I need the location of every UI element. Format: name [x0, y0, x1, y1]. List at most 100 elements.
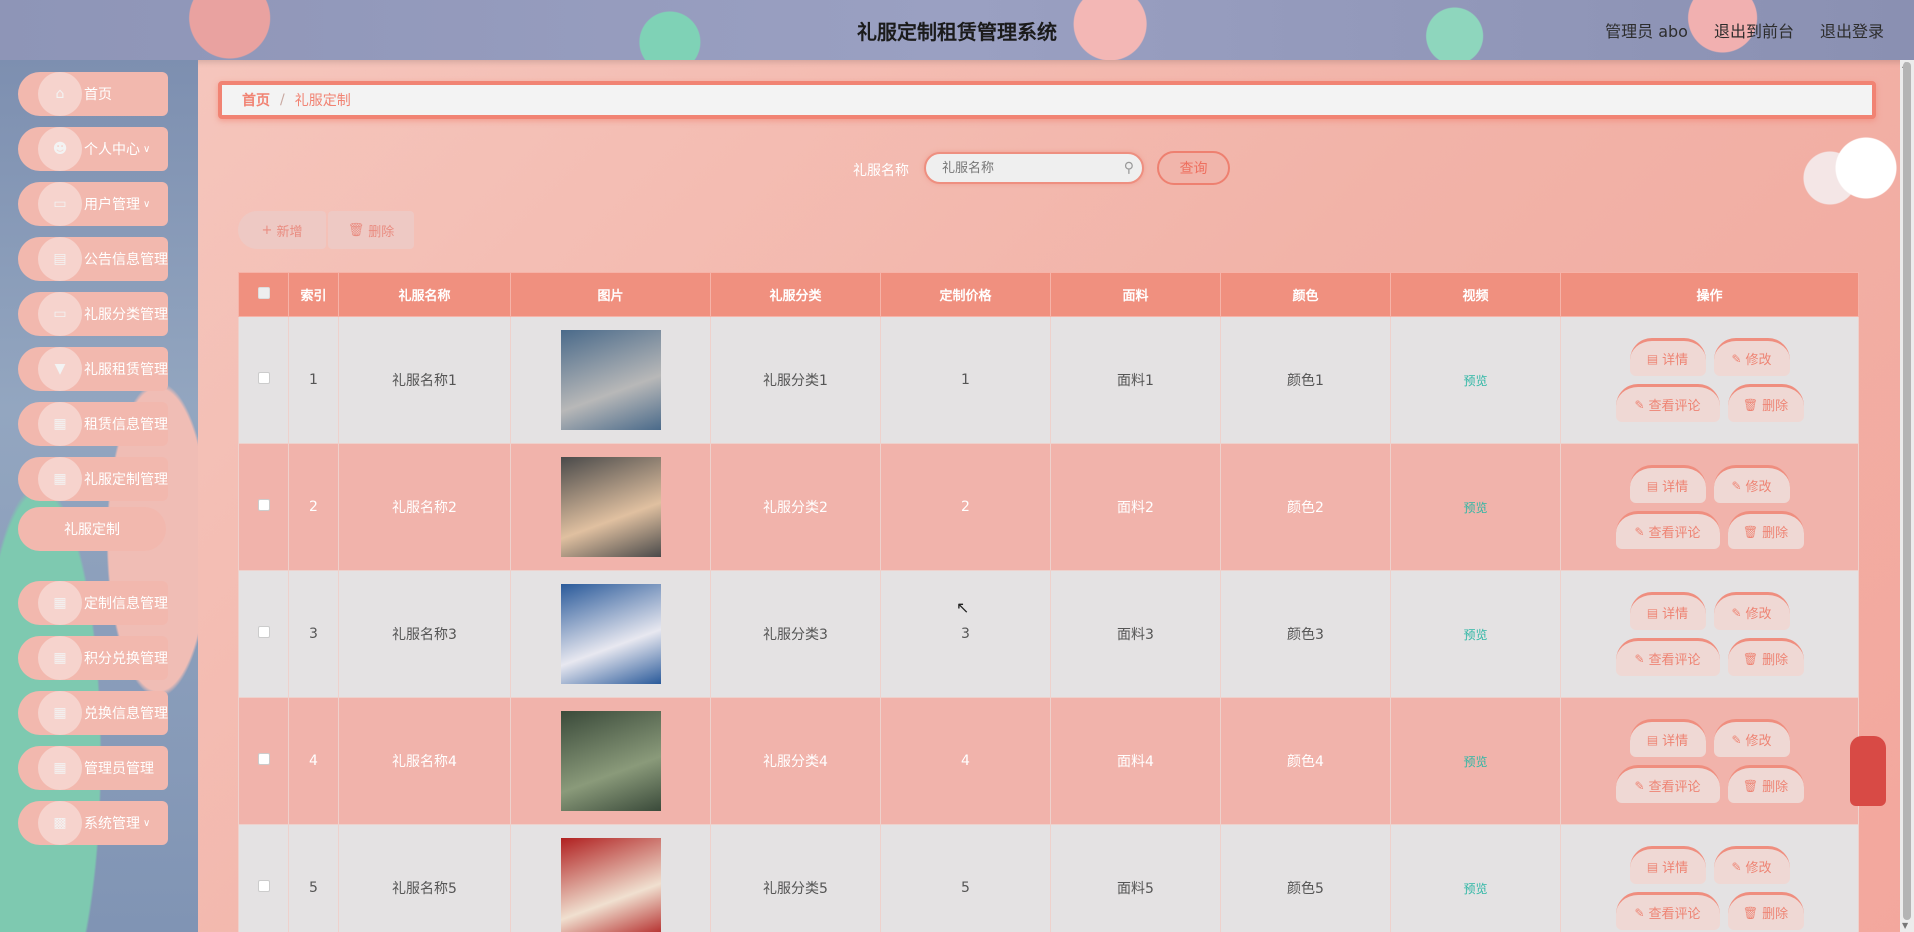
delete-button[interactable]: 🗑 删除 [1727, 638, 1804, 676]
row-checkbox[interactable] [257, 753, 270, 765]
back-to-front-link[interactable]: 退出到前台 [1714, 18, 1794, 42]
cell-video: 预览 [1390, 570, 1561, 698]
pin-icon: ▼ [38, 347, 82, 391]
row-checkbox[interactable] [257, 499, 270, 511]
col-category: 礼服分类 [710, 272, 881, 317]
sidebar-item-1[interactable]: ☻ 个人中心 ∨ [18, 127, 168, 171]
delete-button[interactable]: 🗑 删除 [1727, 384, 1804, 422]
search-icon: ⚲ [1123, 160, 1134, 176]
video-preview-link[interactable]: 预览 [1463, 628, 1487, 642]
cell-price: 4 [880, 697, 1051, 825]
cell-fabric: 面料2 [1050, 443, 1221, 571]
sidebar-item-2[interactable]: ▭ 用户管理 ∨ [18, 182, 168, 226]
cell-actions: ▤ 详情 ✎ 修改 ✎ 查看评论 🗑 删除 [1560, 316, 1859, 444]
scrollbar-thumb[interactable] [1903, 62, 1911, 920]
pencil-icon: ✎ [1731, 351, 1742, 366]
cell-category: 礼服分类5 [710, 824, 881, 932]
view-reviews-button[interactable]: ✎ 查看评论 [1615, 384, 1720, 422]
query-button[interactable]: 查询 [1157, 151, 1230, 185]
search-input[interactable] [926, 154, 1142, 182]
cell-color: 颜色2 [1220, 443, 1391, 571]
dress-photo [560, 330, 661, 430]
detail-button[interactable]: ▤ 详情 [1629, 592, 1706, 630]
cell-video: 预览 [1390, 316, 1561, 444]
detail-button-label: 详情 [1662, 353, 1689, 368]
row-select-cell[interactable] [238, 570, 289, 698]
sidebar-item-6[interactable]: ▦ 租赁信息管理 [18, 402, 168, 446]
edit-button[interactable]: ✎ 修改 [1713, 338, 1790, 376]
view-reviews-button-label: 查看评论 [1648, 780, 1701, 795]
breadcrumb-home[interactable]: 首页 [242, 90, 270, 110]
edit-button[interactable]: ✎ 修改 [1713, 592, 1790, 630]
pencil-icon: ✎ [1634, 905, 1645, 920]
row-select-cell[interactable] [238, 443, 289, 571]
sidebar-item-label: 个人中心 [84, 142, 140, 158]
row-checkbox[interactable] [257, 372, 270, 384]
sidebar-item-5[interactable]: ▼ 礼服租赁管理 [18, 347, 168, 391]
edit-button[interactable]: ✎ 修改 [1713, 846, 1790, 884]
video-preview-link[interactable]: 预览 [1463, 374, 1487, 388]
sidebar-item-label: 礼服定制管理 [84, 472, 168, 488]
row-select-cell[interactable] [238, 316, 289, 444]
red-decoration [1850, 736, 1886, 806]
view-reviews-button[interactable]: ✎ 查看评论 [1615, 892, 1720, 930]
sidebar-item-label: 积分兑换管理 [84, 651, 168, 667]
submenu-item-dress-custom[interactable]: 礼服定制 [18, 507, 166, 551]
row-select-cell[interactable] [238, 824, 289, 932]
delete-button[interactable]: 🗑 删除 [1727, 892, 1804, 930]
col-video: 视频 [1390, 272, 1561, 317]
cell-video: 预览 [1390, 697, 1561, 825]
sidebar-item-11[interactable]: ▦ 管理员管理 [18, 746, 168, 790]
cell-index: 3 [288, 570, 339, 698]
detail-button[interactable]: ▤ 详情 [1629, 846, 1706, 884]
sidebar-item-8[interactable]: ▦ 定制信息管理 [18, 581, 168, 625]
select-all-checkbox[interactable] [257, 286, 270, 299]
monitor-icon: ▭ [38, 292, 82, 336]
sidebar-item-7[interactable]: ▦ 礼服定制管理 [18, 457, 168, 501]
select-all-cell[interactable] [238, 272, 289, 317]
edit-button[interactable]: ✎ 修改 [1713, 719, 1790, 757]
chevron-down-icon: ∨ [143, 143, 151, 155]
detail-button[interactable]: ▤ 详情 [1629, 338, 1706, 376]
cell-category: 礼服分类1 [710, 316, 881, 444]
document-icon: ▤ [1646, 732, 1659, 747]
bulk-delete-button[interactable]: 🗑 删除 [328, 211, 414, 249]
cell-image [510, 824, 711, 932]
search-label: 礼服名称 [853, 163, 909, 179]
detail-button[interactable]: ▤ 详情 [1629, 719, 1706, 757]
page-scrollbar[interactable]: ▲ ▼ [1900, 60, 1914, 932]
sidebar-item-9[interactable]: ▦ 积分兑换管理 [18, 636, 168, 680]
row-checkbox[interactable] [257, 880, 270, 892]
sidebar-item-4[interactable]: ▭ 礼服分类管理 [18, 292, 168, 336]
row-checkbox[interactable] [257, 626, 270, 638]
sidebar-item-3[interactable]: ▤ 公告信息管理 [18, 237, 168, 281]
cell-color: 颜色5 [1220, 824, 1391, 932]
grid-icon: ▦ [38, 636, 82, 680]
pencil-icon: ✎ [1731, 732, 1742, 747]
add-button[interactable]: + 新增 [238, 211, 326, 249]
sidebar-item-0[interactable]: ⌂ 首页 [18, 72, 168, 116]
video-preview-link[interactable]: 预览 [1463, 755, 1487, 769]
cell-category: 礼服分类4 [710, 697, 881, 825]
logout-link[interactable]: 退出登录 [1820, 18, 1884, 42]
video-preview-link[interactable]: 预览 [1463, 501, 1487, 515]
delete-button[interactable]: 🗑 删除 [1727, 511, 1804, 549]
sidebar-item-10[interactable]: ▦ 兑换信息管理 [18, 691, 168, 735]
cell-category: 礼服分类3 [710, 570, 881, 698]
cell-actions: ▤ 详情 ✎ 修改 ✎ 查看评论 🗑 删除 [1560, 443, 1859, 571]
view-reviews-button[interactable]: ✎ 查看评论 [1615, 511, 1720, 549]
cell-image [510, 697, 711, 825]
cell-actions: ▤ 详情 ✎ 修改 ✎ 查看评论 🗑 删除 [1560, 697, 1859, 825]
sidebar-item-12[interactable]: ▩ 系统管理 ∨ [18, 801, 168, 845]
pencil-icon: ✎ [1731, 478, 1742, 493]
delete-button[interactable]: 🗑 删除 [1727, 765, 1804, 803]
scroll-down-icon[interactable]: ▼ [1902, 921, 1908, 930]
row-select-cell[interactable] [238, 697, 289, 825]
view-reviews-button[interactable]: ✎ 查看评论 [1615, 638, 1720, 676]
grid-icon: ▦ [38, 746, 82, 790]
col-name: 礼服名称 [338, 272, 511, 317]
video-preview-link[interactable]: 预览 [1463, 882, 1487, 896]
detail-button[interactable]: ▤ 详情 [1629, 465, 1706, 503]
view-reviews-button[interactable]: ✎ 查看评论 [1615, 765, 1720, 803]
edit-button[interactable]: ✎ 修改 [1713, 465, 1790, 503]
